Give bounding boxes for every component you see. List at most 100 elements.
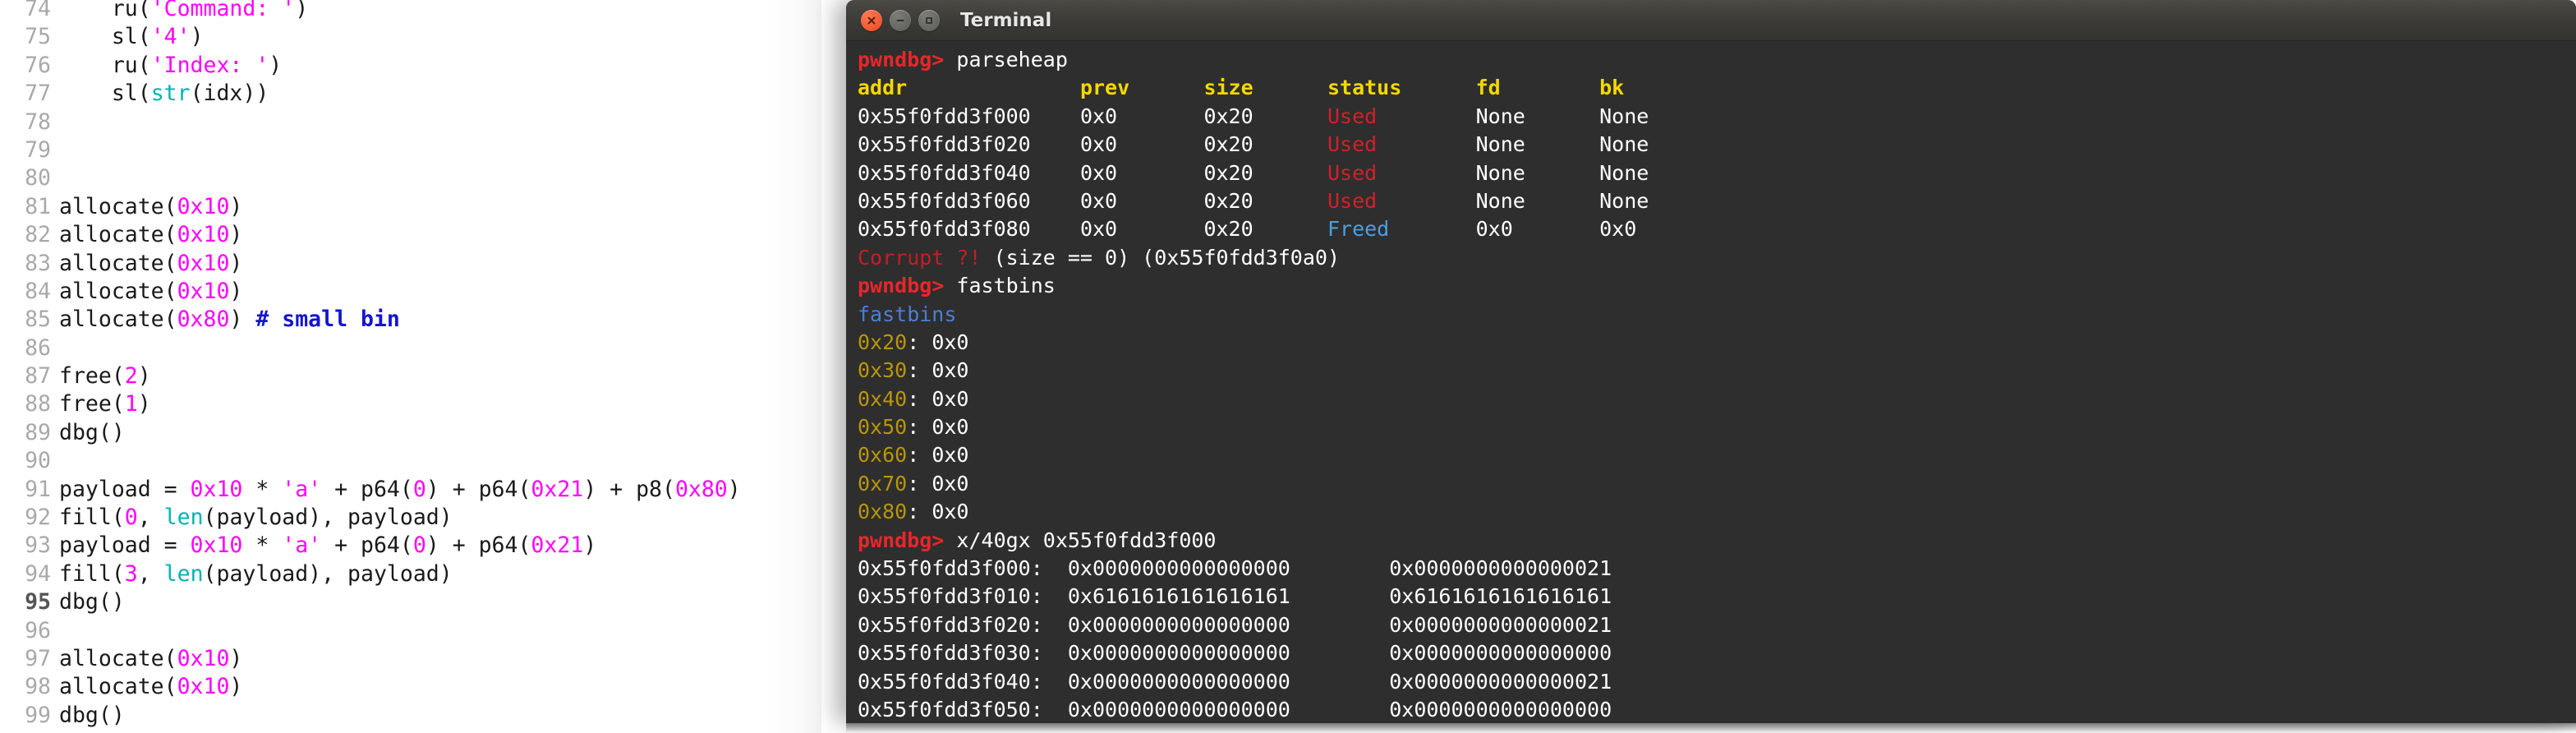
code-line[interactable]: 78 [0, 108, 741, 136]
code-token: 0x10 [177, 222, 230, 247]
terminal-output-line: 0x60: 0x0 [858, 441, 2576, 469]
terminal-output-span: : 0x0 [907, 358, 968, 382]
code-token: ) [269, 53, 282, 78]
line-number: 86 [0, 334, 59, 362]
code-line[interactable]: 82allocate(0x10) [0, 221, 741, 249]
line-number: 83 [0, 250, 59, 278]
heap-table-row: 0x55f0fdd3f040 0x0 0x20 Used None None [858, 159, 2576, 187]
code-line[interactable]: 97allocate(0x10) [0, 645, 741, 673]
heap-cell: None [1476, 189, 1600, 213]
heap-column-header: status [1327, 76, 1476, 99]
code-line[interactable]: 83allocate(0x10) [0, 250, 741, 278]
terminal-output-span: : 0x0 [907, 500, 968, 523]
code-line[interactable]: 85allocate(0x80) # small bin [0, 306, 741, 334]
code-line[interactable]: 87free(2) [0, 362, 741, 390]
heap-column-header: addr [858, 76, 1080, 99]
code-token: 0x10 [177, 674, 230, 699]
code-token: free( [59, 363, 125, 389]
code-line[interactable]: 96 [0, 617, 741, 645]
terminal-output-span: Corrupt ?! [858, 246, 982, 270]
terminal-output[interactable]: pwndbg> parseheapaddr prev size status f… [846, 41, 2576, 723]
heap-table-row: 0x55f0fdd3f080 0x0 0x20 Freed 0x0 0x0 [858, 215, 2576, 243]
code-line[interactable]: 99dbg() [0, 702, 741, 730]
minimize-icon[interactable] [890, 10, 911, 31]
code-text: payload = 0x10 * 'a' + p64(0) + p64(0x21… [59, 477, 741, 502]
terminal-output-line: 0x70: 0x0 [858, 470, 2576, 498]
code-token: dbg() [59, 589, 125, 615]
code-line[interactable]: 95dbg() [0, 588, 741, 616]
code-token: ) + p64( [426, 477, 531, 502]
code-token: 'a' [282, 532, 321, 558]
code-line[interactable]: 81allocate(0x10) [0, 193, 741, 221]
code-text: dbg() [59, 703, 125, 728]
code-token: ru( [59, 53, 151, 78]
code-line[interactable]: 88free(1) [0, 390, 741, 418]
line-number: 78 [0, 108, 59, 136]
close-icon[interactable] [861, 10, 882, 31]
code-token: payload = [59, 532, 191, 558]
heap-cell: 0x20 [1203, 217, 1327, 241]
memory-word: 0x6161616161616161 [1068, 584, 1389, 608]
terminal-command-line: pwndbg> fastbins [858, 272, 2576, 300]
terminal-titlebar[interactable]: Terminal [846, 0, 2576, 41]
code-token: sl( [59, 81, 151, 106]
terminal-output-line: fastbins [858, 301, 2576, 329]
code-token: + p64( [321, 532, 413, 558]
memory-word: 0x0000000000000000 [1389, 698, 1612, 721]
line-number: 88 [0, 390, 59, 418]
code-line[interactable]: 91payload = 0x10 * 'a' + p64(0) + p64(0x… [0, 476, 741, 504]
code-token: * [242, 532, 282, 558]
code-line[interactable]: 80 [0, 164, 741, 192]
line-number: 80 [0, 164, 59, 192]
code-line[interactable]: 77 sl(str(idx)) [0, 80, 741, 108]
code-token: free( [59, 391, 125, 417]
code-line[interactable]: 84allocate(0x10) [0, 278, 741, 306]
code-line[interactable]: 93payload = 0x10 * 'a' + p64(0) + p64(0x… [0, 532, 741, 560]
code-text: ru('Index: ') [59, 53, 282, 78]
code-line[interactable]: 75 sl('4') [0, 23, 741, 51]
code-line[interactable]: 100 [0, 730, 741, 733]
code-text: payload = 0x10 * 'a' + p64(0) + p64(0x21… [59, 532, 596, 558]
terminal-command-text: x/40gx 0x55f0fdd3f000 [944, 528, 1216, 552]
code-line[interactable]: 98allocate(0x10) [0, 673, 741, 701]
code-token: ) [229, 674, 242, 699]
code-line[interactable]: 86 [0, 334, 741, 362]
code-token: (payload), payload) [204, 505, 453, 530]
maximize-icon[interactable] [918, 10, 940, 31]
code-line[interactable]: 90 [0, 447, 741, 475]
code-text: dbg() [59, 420, 125, 445]
heap-cell: None [1476, 104, 1600, 128]
code-line[interactable]: 74 ru('Command: ') [0, 0, 741, 23]
terminal-output-span: : 0x0 [907, 472, 968, 496]
code-editor-pane[interactable]: 74 ru('Command: ')75 sl('4')76 ru('Index… [0, 0, 821, 733]
heap-cell: 0x55f0fdd3f020 [858, 132, 1080, 156]
code-line[interactable]: 89dbg() [0, 419, 741, 447]
terminal-bottom-shadow [846, 723, 2576, 733]
code-text: ru('Command: ') [59, 0, 308, 21]
heap-cell: Used [1327, 132, 1476, 156]
line-number: 75 [0, 23, 59, 51]
line-number: 84 [0, 278, 59, 306]
heap-cell: 0x0 [1080, 161, 1204, 185]
code-text: free(1) [59, 391, 151, 417]
window-title: Terminal [960, 10, 1051, 31]
terminal-output-span: : 0x0 [907, 415, 968, 439]
terminal-window[interactable]: Terminal pwndbg> parseheapaddr prev size… [846, 0, 2576, 723]
code-token: 0x21 [531, 477, 583, 502]
code-token: 0x10 [177, 279, 230, 304]
code-text: fill(3, len(payload), payload) [59, 561, 453, 587]
memory-address: 0x55f0fdd3f000: [858, 556, 1068, 580]
code-line-list[interactable]: 74 ru('Command: ')75 sl('4')76 ru('Index… [0, 0, 741, 733]
memory-address: 0x55f0fdd3f050: [858, 698, 1068, 721]
code-token: '4' [151, 24, 191, 49]
heap-table-row: 0x55f0fdd3f000 0x0 0x20 Used None None [858, 103, 2576, 131]
memory-dump-row: 0x55f0fdd3f010: 0x6161616161616161 0x616… [858, 583, 2576, 611]
line-number: 95 [0, 588, 59, 616]
memory-dump-row: 0x55f0fdd3f050: 0x0000000000000000 0x000… [858, 696, 2576, 723]
code-line[interactable]: 76 ru('Index: ') [0, 52, 741, 80]
terminal-output-span: 0x70 [858, 472, 907, 496]
code-line[interactable]: 79 [0, 136, 741, 164]
code-line[interactable]: 94fill(3, len(payload), payload) [0, 560, 741, 588]
code-line[interactable]: 92fill(0, len(payload), payload) [0, 504, 741, 532]
code-token: 0 [125, 505, 138, 530]
